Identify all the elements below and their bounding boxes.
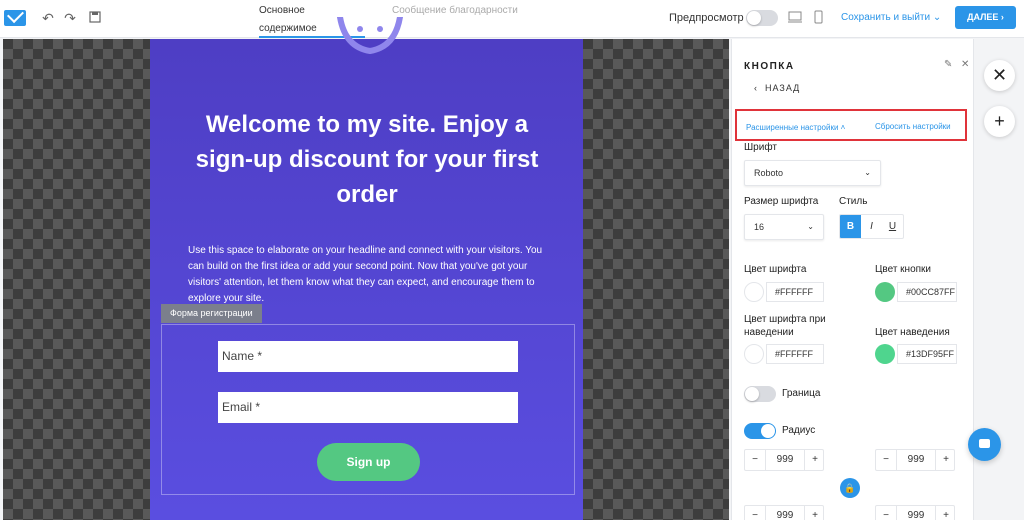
plus-button[interactable]: + [805,506,825,520]
bold-button[interactable]: B [840,215,861,238]
minus-button[interactable]: − [876,506,896,520]
chevron-down-icon: ⌄ [807,222,814,231]
undo-icon[interactable]: ↶ [40,10,56,26]
button-color-swatch[interactable] [875,282,895,302]
back-button[interactable]: ‹ НАЗАД [754,83,800,93]
font-color-input[interactable]: #FFFFFF [766,282,824,302]
plus-button[interactable]: + [936,506,956,520]
button-color-input[interactable]: #00CC87FF [897,282,957,302]
hover-color-label: Цвет наведения [875,327,950,338]
save-icon[interactable] [87,10,103,26]
font-size-select[interactable]: 16 ⌄ [744,214,824,240]
save-and-exit-button[interactable]: Сохранить и выйти ⌄ [841,12,941,23]
button-color-label: Цвет кнопки [875,264,932,275]
hover-color-input[interactable]: #13DF95FF [897,344,957,364]
border-label: Граница [782,388,821,399]
radius-top-right-stepper[interactable]: −999 + [875,449,955,471]
top-toolbar: ↶ ↷ Основное содержимое Сообщение благод… [0,0,1024,38]
reset-settings-link[interactable]: Сбросить настройки [875,122,951,131]
desktop-icon[interactable] [787,10,803,26]
plus-button[interactable]: + [805,450,825,470]
headline[interactable]: Welcome to my site. Enjoy a sign-up disc… [180,107,554,212]
settings-panel: КНОПКА ✎ ✕ ‹ НАЗАД Расширенные настройки… [731,39,973,520]
style-buttons: B I U [839,214,904,239]
border-toggle[interactable] [744,386,776,402]
advanced-settings-highlight: Расширенные настройки ˄ Сбросить настрой… [735,109,967,141]
logo-icon[interactable] [4,10,26,26]
font-size-label: Размер шрифта [744,196,819,207]
panel-title: КНОПКА [744,61,795,72]
chevron-down-icon: ⌄ [864,168,871,177]
name-field[interactable]: Name * [218,341,518,372]
editor-canvas: Welcome to my site. Enjoy a sign-up disc… [3,17,729,520]
minus-button[interactable]: − [745,506,765,520]
advanced-settings-toggle[interactable]: Расширенные настройки ˄ [746,123,845,132]
chevron-up-icon: ˄ [840,123,846,132]
add-icon[interactable]: + [984,106,1015,137]
radius-toggle[interactable] [744,423,776,439]
chat-icon[interactable] [968,428,1001,461]
hover-font-color-input[interactable]: #FFFFFF [766,344,824,364]
body-text[interactable]: Use this space to elaborate on your head… [188,243,548,307]
mobile-icon[interactable] [810,10,826,26]
close-icon[interactable]: ✕ [984,60,1015,91]
minus-button[interactable]: − [745,450,765,470]
redo-icon[interactable]: ↷ [62,10,78,26]
radius-bottom-right-stepper[interactable]: −999 + [875,505,955,520]
chevron-down-icon: ⌄ [932,12,942,23]
radius-label: Радиус [782,425,816,436]
radius-bottom-left-stepper[interactable]: −999 + [744,505,824,520]
font-label: Шрифт [744,142,777,153]
close-icon[interactable]: ✕ [961,59,969,70]
hover-font-color-label: Цвет шрифта при наведении [744,314,826,338]
pin-icon[interactable]: ✎ [944,59,952,70]
badge-icon [337,17,403,55]
lock-icon[interactable]: 🔒 [840,478,860,498]
style-label: Стиль [839,196,868,207]
email-field[interactable]: Email * [218,392,518,423]
minus-button[interactable]: − [876,450,896,470]
signup-button[interactable]: Sign up [317,443,420,481]
tab-thank-you-message[interactable]: Сообщение благодарности [392,0,522,38]
italic-button[interactable]: I [861,215,882,238]
plus-button[interactable]: + [936,450,956,470]
popup-form[interactable]: Welcome to my site. Enjoy a sign-up disc… [150,17,583,520]
preview-label: Предпросмотр [669,12,744,24]
next-button[interactable]: ДАЛЕЕ › [955,6,1016,29]
signup-form[interactable]: Name * Email * Sign up [161,324,575,495]
form-label-tag: Форма регистрации [161,304,262,323]
preview-toggle[interactable] [746,10,778,26]
font-select[interactable]: Roboto ⌄ [744,160,881,186]
font-color-swatch[interactable] [744,282,764,302]
hover-font-color-swatch[interactable] [744,344,764,364]
font-color-label: Цвет шрифта [744,264,807,275]
hover-color-swatch[interactable] [875,344,895,364]
underline-button[interactable]: U [882,215,903,238]
radius-top-left-stepper[interactable]: −999 + [744,449,824,471]
